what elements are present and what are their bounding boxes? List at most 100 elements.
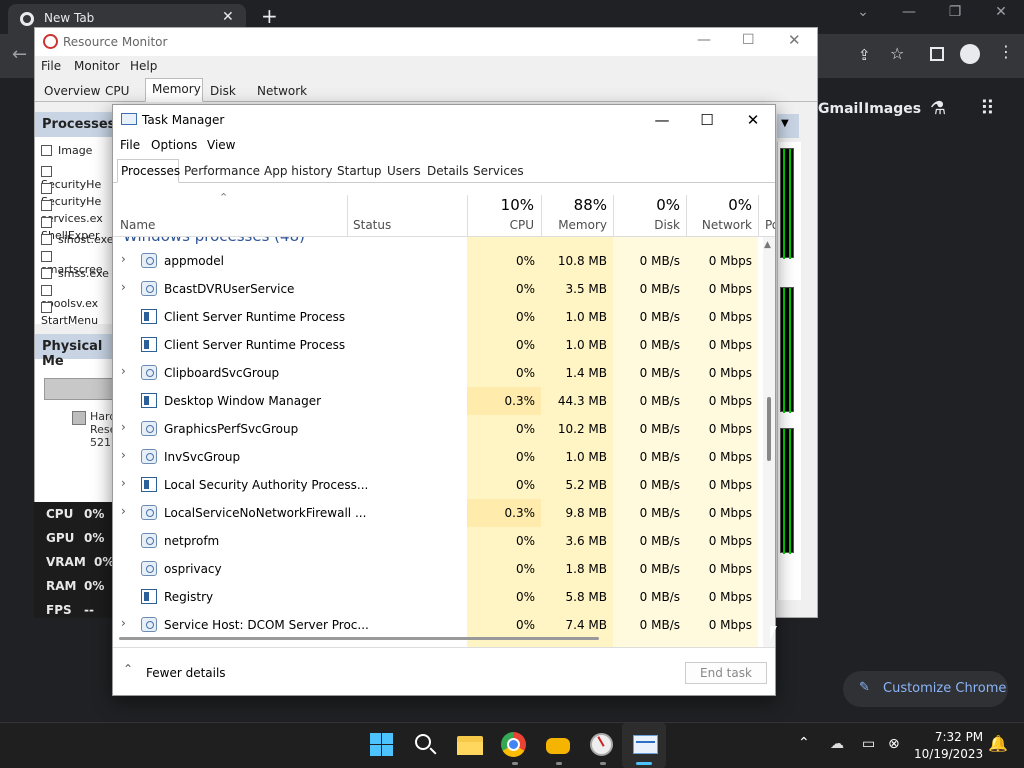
image-column-header[interactable]: Image [41,144,92,161]
tm-menu-file[interactable]: File [120,138,140,152]
expand-chevron-icon[interactable]: › [121,252,126,266]
process-row[interactable]: Client Server Runtime Process 0% 1.0 MB 0 M… [113,331,763,359]
process-item[interactable]: smss.exe [41,267,109,284]
process-row[interactable]: netprofm 0% 3.6 MB 0 MB/s 0 Mbps [113,527,763,555]
tm-tab-performance[interactable]: Performance [184,164,260,178]
system-clock[interactable]: 7:32 PM 10/19/2023 [914,730,983,761]
volume-muted-icon[interactable]: ⊗ [888,736,900,752]
back-icon[interactable]: ← [12,44,27,65]
scrollbar-thumb[interactable] [767,397,771,461]
close-tab-icon[interactable]: ✕ [222,9,234,25]
resmon-physical-header[interactable]: Physical Me [35,334,115,369]
resmon-tab-overview[interactable]: Overview [44,84,101,98]
process-row[interactable]: › GraphicsPerfSvcGroup 0% 10.2 MB 0 MB/s 0 Mb… [113,415,763,443]
horizontal-scrollbar-thumb[interactable] [119,637,599,640]
resmon-tab-memory[interactable]: Memory [152,82,201,96]
notification-bell-icon[interactable]: 🔔 [988,734,1008,753]
share-icon[interactable]: ⇪ [858,46,871,64]
expand-chevron-icon[interactable]: › [121,476,126,490]
labs-flask-icon[interactable]: ⚗ [930,98,946,119]
expand-chevron-icon[interactable]: › [121,448,126,462]
process-item[interactable]: SecurityHe [41,165,115,191]
resmon-processes-header[interactable]: Processes [35,112,115,137]
expand-chevron-icon[interactable]: › [121,280,126,294]
tm-minimize-icon[interactable]: — [639,111,685,129]
process-row[interactable]: › Service Host: DCOM Server Proc... 0% 7.4 … [113,611,763,639]
chevron-up-icon[interactable]: ⌃ [123,662,133,676]
process-row[interactable]: › LocalServiceNoNetworkFirewall ... 0.3% 9.… [113,499,763,527]
expand-chevron-icon[interactable]: › [121,504,126,518]
tm-tab-startup[interactable]: Startup [337,164,382,178]
col-network[interactable]: Network [686,218,752,232]
close-icon[interactable]: ✕ [978,4,1024,20]
chrome-taskbar-icon[interactable] [500,731,528,759]
process-row[interactable]: Desktop Window Manager 0.3% 44.3 MB 0 MB/s 0… [113,387,763,415]
new-tab-button[interactable]: + [261,4,278,28]
tm-tab-processes[interactable]: Processes [121,164,180,178]
tm-tab-app-history[interactable]: App history [264,164,333,178]
start-windows-icon[interactable] [368,731,396,759]
tm-menu-view[interactable]: View [207,138,235,152]
process-item[interactable]: spoolsv.ex [41,284,115,310]
process-row[interactable]: › ClipboardSvcGroup 0% 1.4 MB 0 MB/s 0 Mbps [113,359,763,387]
select-all-checkbox[interactable] [41,145,52,156]
customize-chrome-button[interactable]: ✎ Customize Chrome [843,671,1008,707]
process-item[interactable]: SecurityHe [41,182,115,208]
col-disk-pct[interactable]: 0% [613,196,680,214]
expand-chevron-icon[interactable]: › [121,616,126,630]
col-status[interactable]: Status [353,218,391,232]
resmon-graphs-header[interactable]: ▼ [777,114,799,138]
resmon-menu-file[interactable]: File [41,59,61,73]
tm-close-icon[interactable]: ✕ [730,111,775,129]
process-item[interactable]: smartscree [41,250,115,276]
process-row[interactable]: › InvSvcGroup 0% 1.0 MB 0 MB/s 0 Mbps [113,443,763,471]
bookmark-star-icon[interactable]: ☆ [890,44,904,63]
restore-icon[interactable]: ❐ [932,4,978,20]
col-cpu[interactable]: CPU [467,218,534,232]
col-memory[interactable]: Memory [541,218,607,232]
resmon-close-icon[interactable]: ✕ [788,31,801,49]
col-net-pct[interactable]: 0% [686,196,752,214]
network-icon[interactable]: ▭ [862,736,875,752]
process-item[interactable]: StartMenu [41,301,115,327]
scroll-up-icon[interactable]: ▲ [764,240,771,250]
show-hidden-icons-chevron-icon[interactable]: ⌃ [798,735,810,751]
game-app-icon[interactable] [544,731,572,759]
side-panel-icon[interactable] [930,47,944,61]
views-dropdown-icon[interactable]: ▼ [781,118,789,129]
col-disk[interactable]: Disk [613,218,680,232]
expand-chevron-icon[interactable]: › [121,364,126,378]
process-row[interactable]: Client Server Runtime Process 0% 1.0 MB 0 M… [113,303,763,331]
tm-titlebar[interactable]: Task Manager — ☐ ✕ [113,105,775,133]
images-link[interactable]: Images [864,101,921,117]
col-power[interactable]: Po [765,218,775,232]
process-item[interactable]: ShellExper [41,216,115,242]
task-manager-taskbar-icon[interactable] [632,731,660,759]
tm-maximize-icon[interactable]: ☐ [684,111,730,129]
profile-avatar-icon[interactable] [960,44,980,64]
gmail-link[interactable]: Gmail [818,101,863,117]
fewer-details-button[interactable]: Fewer details [146,666,226,680]
resmon-tab-cpu[interactable]: CPU [105,84,129,98]
tm-tab-details[interactable]: Details [427,164,469,178]
process-item[interactable]: services.ex [41,199,115,225]
process-item[interactable]: sihost.exe [41,233,114,250]
resmon-titlebar[interactable]: Resource Monitor — ☐ ✕ [35,28,817,56]
tm-menu-options[interactable]: Options [151,138,197,152]
group-header[interactable]: Windows processes (48) [123,237,305,245]
col-mem-pct[interactable]: 88% [541,196,607,214]
minimize-icon[interactable]: — [886,4,932,20]
end-task-button[interactable]: End task [685,662,767,684]
resource-monitor-taskbar-icon[interactable] [588,731,616,759]
resmon-tab-network[interactable]: Network [257,84,307,98]
resmon-menu-help[interactable]: Help [130,59,157,73]
col-cpu-pct[interactable]: 10% [467,196,534,214]
expand-chevron-icon[interactable]: › [121,420,126,434]
onedrive-cloud-icon[interactable]: ☁ [830,736,844,752]
process-row[interactable]: osprivacy 0% 1.8 MB 0 MB/s 0 Mbps [113,555,763,583]
resmon-minimize-icon[interactable]: — [697,32,711,48]
tm-tab-services[interactable]: Services [473,164,524,178]
menu-kebab-icon[interactable]: ⋮ [998,42,1014,61]
process-row[interactable]: › appmodel 0% 10.8 MB 0 MB/s 0 Mbps [113,247,763,275]
tm-tab-users[interactable]: Users [387,164,421,178]
